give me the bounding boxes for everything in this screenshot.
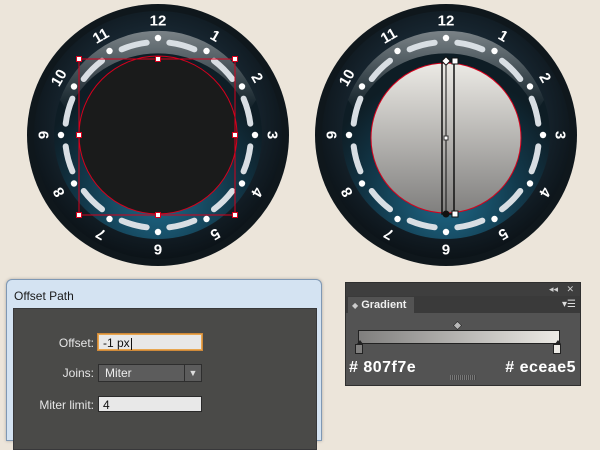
hour-dot xyxy=(394,47,401,55)
hour-dot xyxy=(106,215,113,223)
joins-select[interactable]: Miter ▼ xyxy=(98,364,202,382)
dialog-title: Offset Path xyxy=(14,289,74,303)
gradient-stop-end[interactable] xyxy=(553,340,561,354)
hour-dot xyxy=(442,228,450,236)
hour-dot xyxy=(238,83,246,90)
gradient-panel: ◂◂ ✕ ◆ Gradient ▾☰ # 807f7e # eceae5 xyxy=(345,282,581,386)
panel-menu-icon[interactable]: ▾☰ xyxy=(562,297,576,313)
hour-dot xyxy=(526,83,534,90)
hour-number: 9 xyxy=(324,131,341,139)
left-clock: 123456789101112 xyxy=(27,4,289,266)
hour-number: 6 xyxy=(154,241,162,258)
offset-path-dialog: Offset Path Offset: -1 px Joins: Miter ▼… xyxy=(6,279,322,450)
canvas: 1 2 3 4 5 6 7 8 9 10 11 12 1 2 3 4 5 6 7 8 9 10 11 12 xyxy=(0,0,600,450)
right-clock: 123456789101112 xyxy=(315,4,577,266)
hour-dot xyxy=(203,47,210,55)
hour-number: 9 xyxy=(36,131,53,139)
hour-dot xyxy=(345,131,353,139)
start-color-label: # 807f7e xyxy=(349,359,417,376)
gradient-stop-start[interactable] xyxy=(355,340,363,354)
end-color-label: # eceae5 xyxy=(505,359,576,376)
hour-dot xyxy=(154,228,162,236)
close-icon[interactable]: ✕ xyxy=(566,283,574,296)
hour-dot xyxy=(251,131,259,139)
panel-topbar: ◂◂ ✕ xyxy=(346,283,580,296)
hour-dot xyxy=(491,215,498,223)
offset-value: -1 px xyxy=(103,336,130,350)
joins-value: Miter xyxy=(105,366,132,380)
resize-grip[interactable] xyxy=(450,375,476,380)
artwork: 123456789101112 123456789101112 xyxy=(27,4,577,266)
hour-dot xyxy=(70,180,78,187)
miter-limit-label: Miter limit: xyxy=(39,398,94,412)
hour-dot xyxy=(203,215,210,223)
dropdown-arrow-icon[interactable]: ▼ xyxy=(184,365,201,381)
tab-gradient[interactable]: ◆ Gradient xyxy=(348,297,415,313)
hour-dot xyxy=(106,47,113,55)
hour-number: 12 xyxy=(150,13,167,30)
offset-input[interactable]: -1 px xyxy=(98,334,202,350)
hour-dot xyxy=(358,83,366,90)
gradient-midpoint[interactable] xyxy=(452,320,463,331)
hour-dot xyxy=(539,131,547,139)
gradient-slider[interactable] xyxy=(358,330,560,344)
hour-dot xyxy=(358,180,366,187)
text-caret xyxy=(130,337,132,350)
tab-label: Gradient xyxy=(361,299,407,311)
hour-dot xyxy=(70,83,78,90)
hour-dot xyxy=(238,180,246,187)
dial-face xyxy=(78,55,238,215)
collapse-arrows-icon[interactable]: ◂◂ xyxy=(549,283,558,296)
hour-dot xyxy=(394,215,401,223)
dialog-body: Offset: -1 px Joins: Miter ▼ Miter limit… xyxy=(13,308,317,450)
hour-number: 3 xyxy=(264,131,281,139)
hour-number: 12 xyxy=(438,13,455,30)
hour-dot xyxy=(57,131,65,139)
hour-dot xyxy=(491,47,498,55)
hour-number: 6 xyxy=(442,241,450,258)
miter-limit-input[interactable]: 4 xyxy=(98,396,202,412)
hour-dot xyxy=(442,34,450,42)
hour-dot xyxy=(526,180,534,187)
tab-arrows-icon: ◆ xyxy=(352,301,359,310)
hour-dot xyxy=(154,34,162,42)
hour-number: 3 xyxy=(552,131,569,139)
offset-label: Offset: xyxy=(58,336,94,350)
joins-label: Joins: xyxy=(62,366,94,380)
